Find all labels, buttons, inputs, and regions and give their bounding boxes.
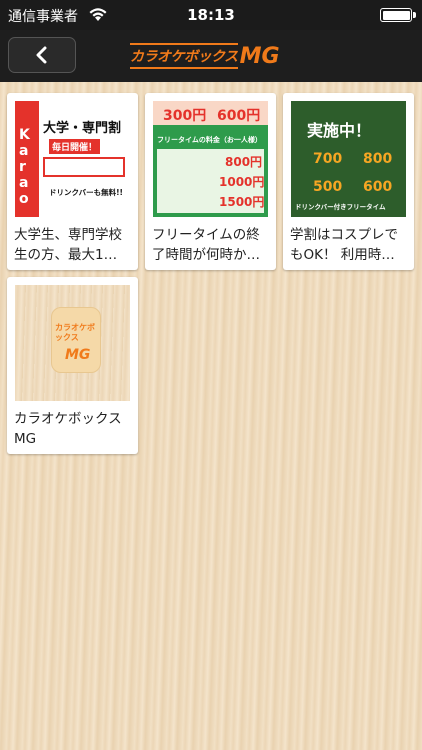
logo-kana: カラオケボックス xyxy=(130,43,238,69)
thumb-note: ドリンクバー付きフリータイム xyxy=(295,203,386,211)
thumb-sub: 毎日開催！ xyxy=(49,139,101,154)
thumb-price-b: 800 xyxy=(363,151,393,167)
thumb-price-d: 600 xyxy=(363,179,393,195)
card-thumbnail: 実施中！ 700 800 500 600 ドリンクバー付きフリータイム xyxy=(291,101,406,217)
thumb-logo-bottom: MG xyxy=(65,347,91,363)
card-title: フリータイムの終了時間が何時か… xyxy=(152,227,260,263)
app-logo: カラオケボックス MG xyxy=(130,42,292,70)
chevron-left-icon xyxy=(36,46,47,64)
battery-tip xyxy=(413,12,416,18)
list-item[interactable]: Karao 大学・専門割 毎日開催！ ドリンクバーも無料!! 大学生、専門学校生… xyxy=(7,93,138,270)
logo-mg: MG xyxy=(239,43,280,69)
thumb-price-b: 600円 xyxy=(217,108,261,124)
card-thumbnail: Karao 大学・専門割 毎日開催！ ドリンクバーも無料!! xyxy=(15,101,130,217)
thumb-price-c: 500 xyxy=(313,179,343,195)
thumb-price-a: 300円 xyxy=(163,108,207,124)
thumb-price-a: 700 xyxy=(313,151,343,167)
status-bar: 通信事業者 18:13 xyxy=(0,0,422,30)
thumb-headline: 実施中！ xyxy=(307,121,372,140)
thumb-row-1: 800円 xyxy=(225,155,263,169)
nav-bar: カラオケボックス MG xyxy=(0,30,422,82)
clock: 18:13 xyxy=(187,6,235,24)
card-thumbnail: 300円 600円 フリータイムの料金（お一人様） 800円 1000円 150… xyxy=(153,101,268,217)
thumb-note: ドリンクバーも無料!! xyxy=(49,188,123,197)
list-item[interactable]: 300円 600円 フリータイムの料金（お一人様） 800円 1000円 150… xyxy=(145,93,276,270)
thumb-logo-top: カラオケボックス xyxy=(55,323,95,342)
list-item[interactable]: カラオケボックス MG カラオケボックスMG xyxy=(7,277,138,454)
thumb-row-3: 1500円 xyxy=(219,195,265,209)
card-title: 学割はコスプレでもOK！ 利用時… xyxy=(290,227,398,263)
card-thumbnail: カラオケボックス MG xyxy=(15,285,130,401)
battery-icon xyxy=(380,8,412,22)
list-item[interactable]: 実施中！ 700 800 500 600 ドリンクバー付きフリータイム 学割はコ… xyxy=(283,93,414,270)
thumb-headline: 大学・専門割 xyxy=(43,121,122,136)
card-title: 大学生、専門学校生の方、最大1… xyxy=(14,227,122,263)
back-button[interactable] xyxy=(8,37,76,73)
thumb-heading: フリータイムの料金（お一人様） xyxy=(157,136,262,144)
thumb-row-2: 1000円 xyxy=(219,175,265,189)
card-title: カラオケボックスMG xyxy=(14,411,122,447)
